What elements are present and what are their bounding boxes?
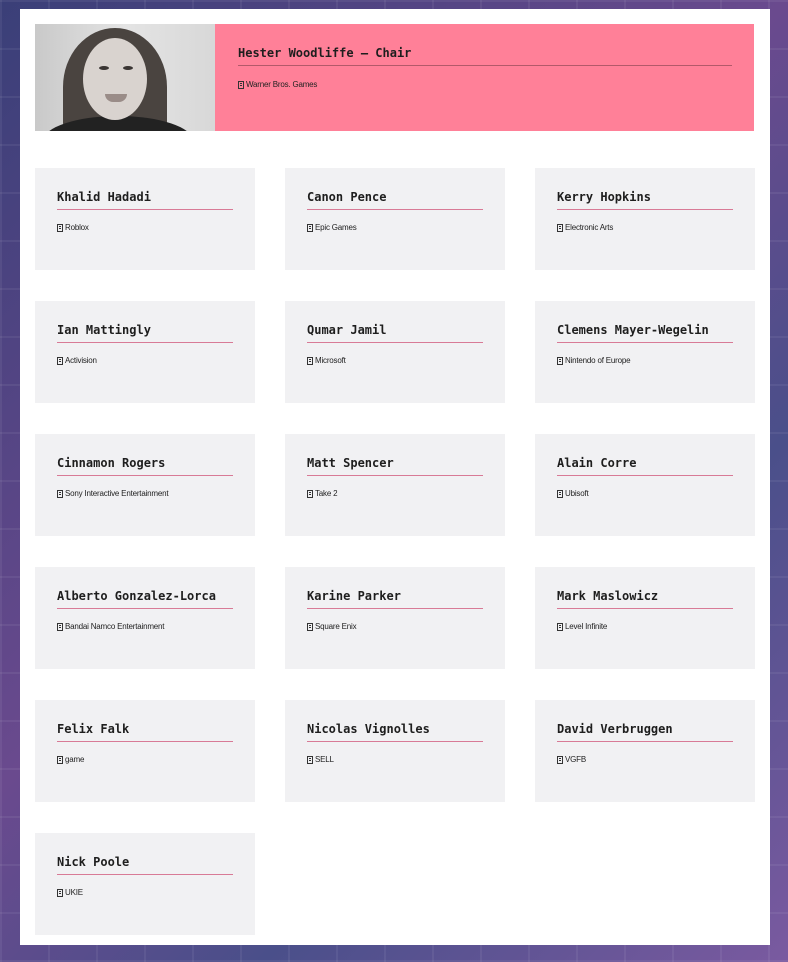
chair-name: Hester Woodliffe – Chair xyxy=(238,46,732,66)
member-card: Cinnamon Rogers Sony Interactive Entertai… xyxy=(35,434,255,536)
member-card: Alberto Gonzalez-Lorca Bandai Namco Enter… xyxy=(35,567,255,669)
member-company-label: SELL xyxy=(315,755,334,764)
building-icon xyxy=(57,223,63,232)
building-icon xyxy=(557,755,563,764)
member-card: Kerry Hopkins Electronic Arts xyxy=(535,168,755,270)
member-company-label: Square Enix xyxy=(315,622,357,631)
member-company-label: Take 2 xyxy=(315,489,338,498)
chair-company: Warner Bros. Games xyxy=(238,80,732,89)
member-company-label: Ubisoft xyxy=(565,489,589,498)
member-company-label: Level Infinite xyxy=(565,622,608,631)
building-icon xyxy=(57,489,63,498)
member-card: Nick Poole UKIE xyxy=(35,833,255,935)
member-company-label: Roblox xyxy=(65,223,89,232)
member-company: Microsoft xyxy=(307,356,483,365)
member-name: Felix Falk xyxy=(57,722,233,742)
member-name: Alberto Gonzalez-Lorca xyxy=(57,589,233,609)
member-company-label: Electronic Arts xyxy=(565,223,614,232)
member-name: Khalid Hadadi xyxy=(57,190,233,210)
building-icon xyxy=(557,489,563,498)
member-name: Alain Corre xyxy=(557,456,733,476)
chair-photo xyxy=(35,24,215,131)
member-name: Clemens Mayer-Wegelin xyxy=(557,323,733,343)
member-company-label: Nintendo of Europe xyxy=(565,356,631,365)
member-company: Roblox xyxy=(57,223,233,232)
member-card: Alain Corre Ubisoft xyxy=(535,434,755,536)
member-company-label: Activision xyxy=(65,356,97,365)
member-card: Khalid Hadadi Roblox xyxy=(35,168,255,270)
member-company: Level Infinite xyxy=(557,622,733,631)
member-name: Mark Maslowicz xyxy=(557,589,733,609)
member-name: Kerry Hopkins xyxy=(557,190,733,210)
member-name: Canon Pence xyxy=(307,190,483,210)
member-card: David Verbruggen VGFB xyxy=(535,700,755,802)
member-card: Nicolas Vignolles SELL xyxy=(285,700,505,802)
chair-company-label: Warner Bros. Games xyxy=(246,80,318,89)
building-icon xyxy=(57,755,63,764)
member-company: Square Enix xyxy=(307,622,483,631)
member-card: Karine Parker Square Enix xyxy=(285,567,505,669)
chair-info: Hester Woodliffe – Chair Warner Bros. Ga… xyxy=(215,24,754,131)
member-company: Nintendo of Europe xyxy=(557,356,733,365)
building-icon xyxy=(557,223,563,232)
member-company-label: Microsoft xyxy=(315,356,346,365)
building-icon xyxy=(307,755,313,764)
chair-card: Hester Woodliffe – Chair Warner Bros. Ga… xyxy=(35,24,754,131)
member-name: Qumar Jamil xyxy=(307,323,483,343)
member-card: Mark Maslowicz Level Infinite xyxy=(535,567,755,669)
member-name: Nicolas Vignolles xyxy=(307,722,483,742)
building-icon xyxy=(557,622,563,631)
building-icon xyxy=(238,80,244,89)
member-company-label: game xyxy=(65,755,85,764)
member-name: Matt Spencer xyxy=(307,456,483,476)
member-company: Epic Games xyxy=(307,223,483,232)
building-icon xyxy=(307,356,313,365)
member-card: Felix Falk game xyxy=(35,700,255,802)
board-panel: Hester Woodliffe – Chair Warner Bros. Ga… xyxy=(20,9,770,945)
building-icon xyxy=(307,223,313,232)
building-icon xyxy=(57,622,63,631)
member-company: Electronic Arts xyxy=(557,223,733,232)
member-company: Activision xyxy=(57,356,233,365)
building-icon xyxy=(57,888,63,897)
member-name: Cinnamon Rogers xyxy=(57,456,233,476)
member-company: UKIE xyxy=(57,888,233,897)
member-name: Nick Poole xyxy=(57,855,233,875)
building-icon xyxy=(557,356,563,365)
member-name: David Verbruggen xyxy=(557,722,733,742)
building-icon xyxy=(57,356,63,365)
member-company: SELL xyxy=(307,755,483,764)
member-company-label: Epic Games xyxy=(315,223,357,232)
member-company-label: Sony Interactive Entertainment xyxy=(65,489,169,498)
building-icon xyxy=(307,622,313,631)
member-company: Sony Interactive Entertainment xyxy=(57,489,233,498)
building-icon xyxy=(307,489,313,498)
member-card: Canon Pence Epic Games xyxy=(285,168,505,270)
member-company-label: Bandai Namco Entertainment xyxy=(65,622,165,631)
member-company-label: UKIE xyxy=(65,888,83,897)
member-name: Ian Mattingly xyxy=(57,323,233,343)
member-company: game xyxy=(57,755,233,764)
member-card: Matt Spencer Take 2 xyxy=(285,434,505,536)
member-card: Ian Mattingly Activision xyxy=(35,301,255,403)
member-company: Take 2 xyxy=(307,489,483,498)
member-name: Karine Parker xyxy=(307,589,483,609)
member-card: Clemens Mayer-Wegelin Nintendo of Europe xyxy=(535,301,755,403)
member-company: Ubisoft xyxy=(557,489,733,498)
member-company: VGFB xyxy=(557,755,733,764)
member-card: Qumar Jamil Microsoft xyxy=(285,301,505,403)
member-company-label: VGFB xyxy=(565,755,586,764)
member-company: Bandai Namco Entertainment xyxy=(57,622,233,631)
